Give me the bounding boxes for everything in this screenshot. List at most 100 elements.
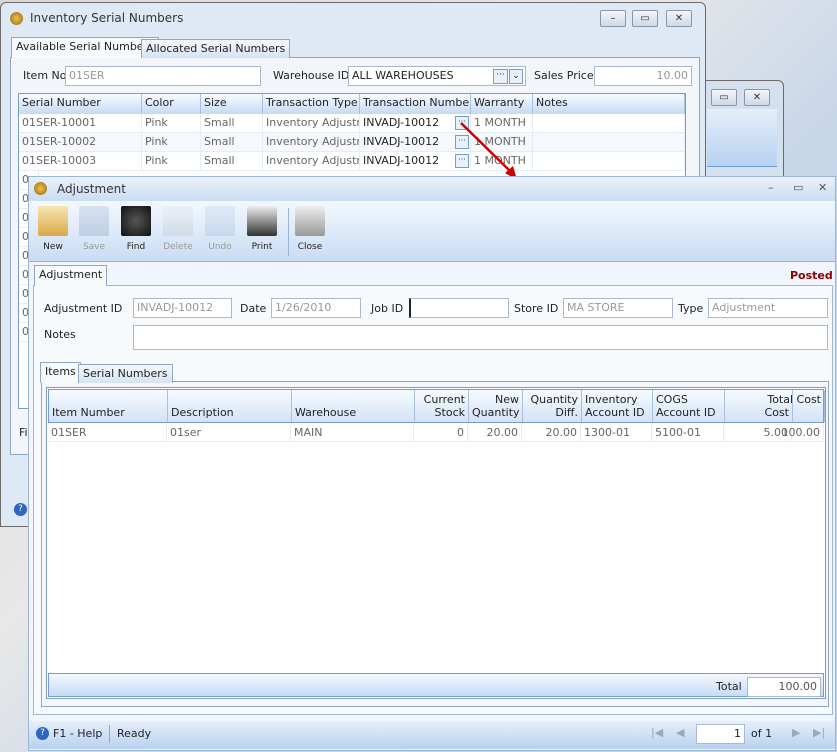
total-field: 100.00 — [747, 677, 821, 697]
tab-serial-numbers[interactable]: Serial Numbers — [78, 364, 173, 383]
status-badge: Posted — [790, 269, 833, 282]
column-header[interactable]: Warehouse — [292, 390, 415, 422]
close-button[interactable]: ✕ — [818, 181, 827, 194]
store-id-field[interactable]: MA STORE — [563, 298, 673, 318]
window-title: Adjustment — [57, 182, 126, 196]
column-header[interactable]: COGS Account ID — [653, 390, 725, 422]
toolbar-delete-button[interactable]: Delete — [158, 206, 198, 252]
next-page-button[interactable]: ▶ — [792, 726, 800, 739]
close-button[interactable]: ✕ — [666, 10, 692, 27]
tab-allocated-serial-numbers[interactable]: Allocated Serial Numbers — [141, 39, 291, 58]
column-header[interactable]: Inventory Account ID — [582, 390, 653, 422]
sales-price-field[interactable]: 10.00 — [594, 66, 692, 86]
toolbar-button-label: Delete — [163, 242, 193, 252]
column-header-line2: Item Number — [52, 406, 125, 419]
minimize-button[interactable]: – — [768, 181, 774, 194]
column-header[interactable]: Description — [168, 390, 292, 422]
grid-header: Serial Number Color Size Transaction Typ… — [19, 94, 685, 114]
col-size[interactable]: Size — [201, 94, 263, 114]
toolbar-undo-button[interactable]: Undo — [200, 206, 240, 252]
column-header-line2: Description — [171, 406, 234, 419]
binoculars-icon — [121, 206, 151, 236]
help-icon[interactable]: ? — [14, 503, 27, 516]
table-cell: Small — [201, 133, 263, 152]
table-row[interactable]: 01SER-10002PinkSmallInventory Adjustment… — [19, 133, 685, 152]
maximize-button[interactable]: ▭ — [793, 181, 803, 194]
table-cell: MAIN — [291, 424, 414, 442]
table-cell — [533, 133, 685, 152]
help-label[interactable]: F1 - Help — [53, 727, 102, 740]
toolbar-find-button[interactable]: Find — [116, 206, 156, 252]
close-form-icon — [295, 206, 325, 236]
column-header[interactable]: Current Stock — [415, 390, 469, 422]
column-header[interactable]: Total Cost — [749, 390, 825, 422]
maximize-button[interactable]: ▭ — [711, 89, 737, 106]
background-window-body — [707, 109, 777, 167]
help-icon[interactable]: ? — [36, 727, 49, 740]
column-header-line1: Current — [423, 393, 465, 406]
column-header-line2: Quantity — [472, 406, 520, 419]
table-row[interactable]: 01SER 01ser MAIN 0 20.00 20.00 1300-01 5100-01 5… — [48, 424, 824, 442]
grid-footer — [48, 673, 824, 697]
last-page-button[interactable]: ▶| — [813, 726, 825, 739]
adjustment-titlebar — [29, 177, 835, 201]
chevron-down-icon[interactable]: ⌄ — [509, 69, 523, 84]
notes-field[interactable] — [133, 325, 828, 350]
maximize-button[interactable]: ▭ — [632, 10, 658, 27]
toolbar-button-label: New — [43, 242, 63, 252]
col-color[interactable]: Color — [142, 94, 201, 114]
date-field[interactable]: 1/26/2010 — [271, 298, 361, 318]
table-cell: 1300-01 — [581, 424, 652, 442]
adjustment-id-label: Adjustment ID — [44, 302, 123, 315]
toolbar-close-button[interactable]: Close — [290, 206, 330, 252]
ellipsis-button[interactable]: ··· — [493, 69, 508, 84]
table-row[interactable]: 01SER-10003PinkSmallInventory Adjustment… — [19, 152, 685, 171]
adjustment-id-field[interactable]: INVADJ-10012 — [133, 298, 232, 318]
toolbar-button-label: Close — [297, 242, 323, 252]
page-number-input[interactable]: 1 — [696, 724, 745, 744]
toolbar-separator — [288, 208, 289, 256]
toolbar-save-button[interactable]: Save — [74, 206, 114, 252]
minimize-button[interactable]: – — [600, 10, 626, 27]
tab-available-serial-numbers[interactable]: Available Serial Numbers — [11, 37, 159, 58]
table-cell: Small — [201, 152, 263, 171]
close-button[interactable]: ✕ — [744, 89, 770, 106]
column-header-line1 — [52, 393, 164, 406]
prev-page-button[interactable]: ◀ — [676, 726, 684, 739]
item-no-label: Item No — [23, 69, 67, 82]
col-serial-number[interactable]: Serial Number — [19, 94, 142, 114]
status-separator — [109, 725, 110, 743]
col-transaction-type[interactable]: Transaction Type — [263, 94, 360, 114]
item-no-field[interactable]: 01SER — [65, 66, 261, 86]
column-header[interactable]: Quantity Diff. — [523, 390, 582, 422]
column-header[interactable]: Item Number — [49, 390, 168, 422]
toolbar-button-label: Find — [126, 242, 146, 252]
column-header-line1: New — [495, 393, 519, 406]
type-field[interactable]: Adjustment — [708, 298, 828, 318]
column-header[interactable]: New Quantity — [469, 390, 523, 422]
job-id-field[interactable] — [409, 298, 509, 318]
table-cell: Small — [201, 114, 263, 133]
column-header-line1 — [171, 393, 288, 406]
column-header-line2: Diff. — [555, 406, 578, 419]
grid-header: Item Number Description Warehouse Current St… — [48, 389, 825, 423]
table-cell: 5100-01 — [652, 424, 724, 442]
tab-items[interactable]: Items — [40, 362, 81, 383]
col-warranty[interactable]: Warranty — [471, 94, 533, 114]
window-title: Inventory Serial Numbers — [30, 11, 184, 25]
status-text: Ready — [117, 727, 152, 740]
type-label: Type — [678, 302, 704, 315]
first-page-button[interactable]: |◀ — [651, 726, 663, 739]
date-label: Date — [240, 302, 267, 315]
toolbar-print-button[interactable]: Print — [242, 206, 282, 252]
trash-icon — [163, 206, 193, 236]
table-cell: 01SER-10002 — [19, 133, 142, 152]
col-transaction-number[interactable]: Transaction Number — [360, 94, 471, 114]
table-cell: Inventory Adjustment — [263, 133, 360, 152]
toolbar-new-button[interactable]: New — [33, 206, 73, 252]
items-grid: Item Number Description Warehouse Current St… — [46, 387, 826, 699]
tab-adjustment[interactable]: Adjustment — [34, 265, 108, 286]
column-header-line2: Warehouse — [295, 406, 357, 419]
table-row[interactable]: 01SER-10001PinkSmallInventory Adjustment… — [19, 114, 685, 133]
col-notes[interactable]: Notes — [533, 94, 685, 114]
